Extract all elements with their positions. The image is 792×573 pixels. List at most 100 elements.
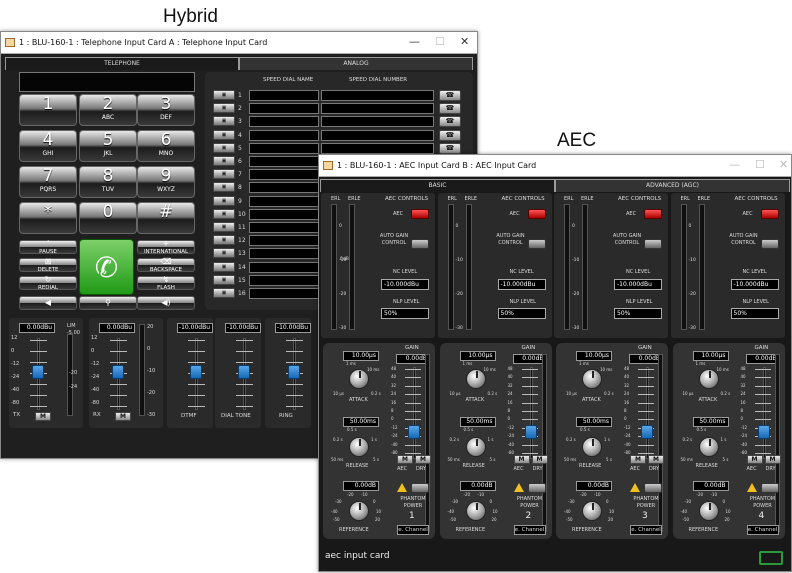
speed-dial-edit-button[interactable]: ▣	[213, 274, 235, 285]
nlp-level-input[interactable]: 50%	[381, 308, 429, 319]
speed-dial-edit-button[interactable]: ▣	[213, 288, 235, 298]
speed-dial-call-button[interactable]: ☎	[439, 129, 461, 141]
release-knob[interactable]	[465, 437, 486, 457]
speed-dial-number-field[interactable]	[321, 103, 434, 115]
aec-mute-button[interactable]: M	[397, 455, 413, 464]
agc-toggle-button[interactable]	[644, 239, 662, 249]
redial-button[interactable]: ↻ REDIAL	[19, 275, 77, 291]
attack-knob[interactable]	[465, 369, 486, 389]
gain-fader-thumb[interactable]	[408, 425, 420, 439]
speed-dial-name-field[interactable]	[249, 142, 319, 154]
international-button[interactable]: + INTERNATIONAL	[137, 239, 195, 255]
dry-mute-button[interactable]: M	[415, 455, 431, 464]
fader-thumb[interactable]	[190, 365, 202, 379]
speed-dial-number-field[interactable]	[321, 142, 434, 154]
speed-dial-call-button[interactable]: ☎	[439, 103, 461, 115]
channel-link-button[interactable]: e. Channel	[513, 525, 546, 535]
channel-link-button[interactable]: e. Channel	[746, 525, 779, 535]
speed-dial-edit-button[interactable]: ▣	[213, 142, 235, 153]
speed-dial-edit-button[interactable]: ▣	[213, 235, 235, 246]
agc-toggle-button[interactable]	[527, 239, 546, 249]
speed-dial-edit-button[interactable]: ▣	[213, 116, 235, 127]
phantom-power-button[interactable]	[760, 483, 779, 493]
nc-level-input[interactable]: -10.000dBu	[614, 279, 662, 290]
reference-value[interactable]: 0.00dB	[576, 481, 612, 491]
agc-toggle-button[interactable]	[760, 239, 779, 249]
attack-knob[interactable]	[582, 369, 602, 389]
channel-link-button[interactable]: e. Channel	[397, 525, 429, 535]
channel-link-button[interactable]: e. Channel	[630, 525, 662, 535]
speed-dial-name-field[interactable]	[249, 208, 319, 220]
dry-mute-button[interactable]: M	[764, 455, 781, 464]
speed-dial-edit-button[interactable]: ▣	[213, 156, 235, 166]
channel-level[interactable]: 0.00dBu	[99, 323, 135, 333]
speed-dial-name-field[interactable]	[249, 274, 319, 286]
release-knob[interactable]	[349, 437, 369, 457]
dial-key-hash[interactable]: #	[137, 202, 195, 234]
mute-button[interactable]: M	[115, 412, 131, 421]
release-value[interactable]: 50.00ms	[692, 417, 729, 427]
speed-dial-edit-button[interactable]: ▣	[213, 169, 235, 180]
phantom-power-button[interactable]	[644, 483, 662, 493]
speed-dial-number-field[interactable]	[321, 129, 434, 141]
delete-button[interactable]: ⊠ DELETE	[19, 257, 77, 273]
nlp-level-input[interactable]: 50%	[730, 308, 779, 319]
fader-thumb[interactable]	[112, 365, 124, 379]
nc-level-input[interactable]: -10.000dBu	[497, 279, 546, 290]
speed-dial-name-field[interactable]	[249, 261, 319, 273]
nc-level-input[interactable]: -10.000dBu	[730, 279, 779, 290]
channel-level[interactable]: -10.00dBu	[177, 323, 213, 333]
mute-button[interactable]: M	[35, 412, 51, 421]
speed-dial-call-button[interactable]: ☎	[439, 116, 461, 128]
speed-dial-name-field[interactable]	[249, 103, 319, 115]
speed-dial-edit-button[interactable]: ▣	[213, 261, 235, 272]
speed-dial-number-field[interactable]	[321, 90, 434, 101]
agc-toggle-button[interactable]	[411, 239, 429, 249]
speed-dial-edit-button[interactable]: ▣	[213, 90, 235, 100]
backspace-button[interactable]: ⌫ BACKSPACE	[137, 257, 195, 273]
gain-fader-thumb[interactable]	[524, 425, 537, 439]
speed-dial-call-button[interactable]: ☎	[439, 142, 461, 154]
release-value[interactable]: 50.00ms	[343, 417, 379, 427]
nlp-level-input[interactable]: 50%	[614, 308, 662, 319]
attack-knob[interactable]	[349, 369, 369, 389]
speed-dial-call-button[interactable]: ☎	[439, 90, 461, 101]
attack-value[interactable]: 10.00µs	[343, 351, 379, 361]
call-button[interactable]: ✆	[79, 239, 134, 295]
speed-dial-edit-button[interactable]: ▣	[213, 248, 235, 259]
speed-dial-name-field[interactable]	[249, 90, 319, 101]
aec-enable-button[interactable]	[411, 209, 429, 219]
speed-dial-edit-button[interactable]: ▣	[213, 182, 235, 193]
pause-button[interactable]: ʻ PAUSE	[19, 239, 77, 255]
speed-dial-edit-button[interactable]: ▣	[213, 208, 235, 219]
speed-dial-name-field[interactable]	[249, 195, 319, 207]
release-knob[interactable]	[582, 437, 602, 457]
speed-dial-name-field[interactable]	[249, 116, 319, 128]
fader-thumb[interactable]	[238, 365, 250, 379]
gain-fader-thumb[interactable]	[641, 425, 653, 439]
speed-dial-name-field[interactable]	[249, 169, 319, 181]
reference-value[interactable]: 0.00dB	[343, 481, 379, 491]
reference-knob[interactable]	[698, 501, 719, 521]
speed-dial-number-field[interactable]	[321, 116, 434, 128]
speed-dial-name-field[interactable]	[249, 288, 319, 299]
dial-key-4[interactable]: 4 GHI	[19, 130, 77, 162]
aec-mute-button[interactable]: M	[630, 455, 646, 464]
phantom-power-button[interactable]	[527, 483, 546, 493]
dry-mute-button[interactable]: M	[648, 455, 664, 464]
dial-key-6[interactable]: 6 MNO	[137, 130, 195, 162]
aec-enable-button[interactable]	[644, 209, 662, 219]
attack-knob[interactable]	[698, 369, 719, 389]
release-value[interactable]: 50.00ms	[459, 417, 496, 427]
channel-level[interactable]: 0.00dBu	[19, 323, 55, 333]
fader-thumb[interactable]	[32, 365, 44, 379]
dry-mute-button[interactable]: M	[531, 455, 548, 464]
speed-dial-edit-button[interactable]: ▣	[213, 129, 235, 140]
dial-key-2[interactable]: 2 ABC	[79, 94, 137, 126]
reference-value[interactable]: 0.00dB	[459, 481, 496, 491]
dial-key-8[interactable]: 8 TUV	[79, 166, 137, 198]
mic-mute-button[interactable]: ⚲	[79, 296, 137, 310]
reference-knob[interactable]	[582, 501, 602, 521]
speaker-button[interactable]: ◀	[19, 296, 77, 310]
dial-key-5[interactable]: 5 JKL	[79, 130, 137, 162]
